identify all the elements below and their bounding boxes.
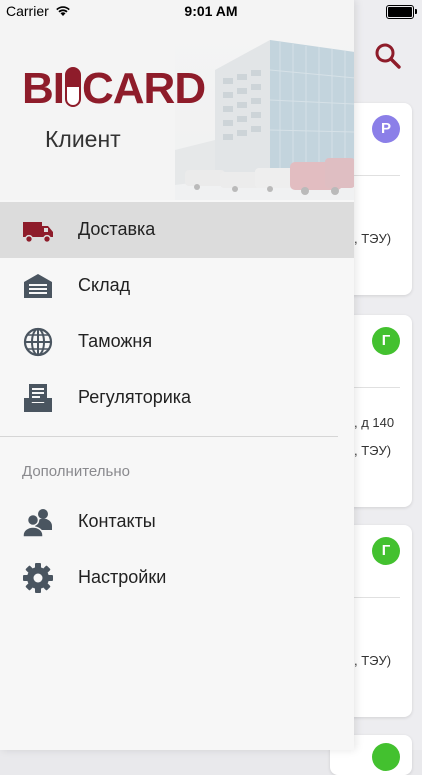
menu-item-label: Доставка [78, 219, 156, 239]
menu-item-label: Склад [78, 275, 131, 295]
battery-icon [386, 5, 417, 19]
status-badge: Г [372, 327, 400, 355]
globe-icon [22, 326, 54, 358]
status-bar: Carrier 9:01 AM [0, 0, 422, 22]
menu-item-delivery[interactable]: Доставка [0, 202, 354, 258]
navigation-drawer: BI CARD Клиент Доставка Склад Таможня Ре… [0, 0, 354, 750]
search-icon [375, 43, 401, 69]
truck-icon [22, 214, 54, 246]
gear-icon [22, 562, 54, 594]
capsule-logo-mark [65, 67, 81, 107]
status-badge: Р [372, 115, 400, 143]
menu-item-regulatory[interactable]: Регуляторика [0, 370, 354, 426]
contacts-icon [22, 506, 54, 538]
card-text-line: , ТЭУ) [354, 231, 392, 246]
card-divider [350, 597, 400, 598]
clock: 9:01 AM [184, 3, 238, 19]
building-illustration [175, 30, 354, 200]
inbox-document-icon [22, 382, 54, 414]
warehouse-icon [22, 270, 54, 302]
section-header-additional: Дополнительно [22, 463, 130, 480]
card-divider [350, 387, 400, 388]
menu-item-customs[interactable]: Таможня [0, 314, 354, 370]
biocard-logo: BI CARD [22, 64, 206, 113]
search-button[interactable] [372, 40, 404, 72]
menu-item-label: Контакты [78, 511, 156, 531]
app-subtitle: Клиент [45, 126, 121, 152]
card-text-line: , ТЭУ) [354, 653, 392, 668]
status-badge [372, 743, 400, 771]
menu-item-label: Таможня [78, 331, 153, 351]
card-text-line: , ТЭУ) [354, 443, 392, 458]
card-text-line: , д 140 [354, 415, 395, 430]
menu-item-contacts[interactable]: Контакты [0, 494, 354, 550]
menu-item-settings[interactable]: Настройки [0, 550, 354, 606]
status-badge: Г [372, 537, 400, 565]
menu-item-label: Настройки [78, 567, 167, 587]
card-divider [350, 175, 400, 176]
menu-item-warehouse[interactable]: Склад [0, 258, 354, 314]
menu-divider [0, 436, 338, 437]
drawer-header: BI CARD Клиент [0, 0, 354, 200]
menu-item-label: Регуляторика [78, 387, 192, 407]
